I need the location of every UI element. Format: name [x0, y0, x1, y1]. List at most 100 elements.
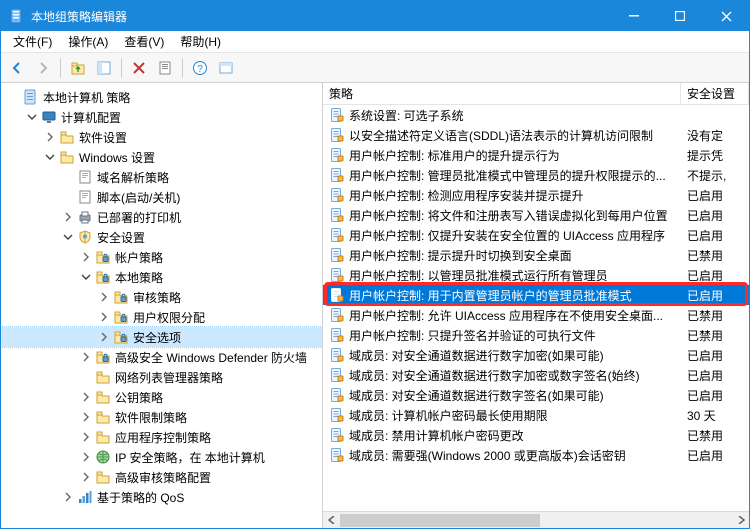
policy-name: 用户帐户控制: 将文件和注册表写入错误虚拟化到每用户位置 — [349, 207, 687, 224]
collapse-icon[interactable] — [79, 270, 93, 284]
policy-row[interactable]: 用户帐户控制: 检测应用程序安装并提示提升已启用 — [323, 185, 749, 205]
menu-view[interactable]: 查看(V) — [116, 31, 172, 52]
policy-row[interactable]: 域成员: 计算机帐户密码最长使用期限30 天 — [323, 405, 749, 425]
policy-row[interactable]: 用户帐户控制: 以管理员批准模式运行所有管理员已启用 — [323, 265, 749, 285]
policy-row[interactable]: 域成员: 对安全通道数据进行数字加密(如果可能)已启用 — [323, 345, 749, 365]
expand-icon[interactable] — [79, 430, 93, 444]
policy-row[interactable]: 用户帐户控制: 仅提升安装在安全位置的 UIAccess 应用程序已启用 — [323, 225, 749, 245]
expand-icon[interactable] — [43, 130, 57, 144]
list-body[interactable]: 系统设置: 可选子系统以安全描述符定义语言(SDDL)语法表示的计算机访问限制没… — [323, 105, 749, 511]
policy-name: 域成员: 计算机帐户密码最长使用期限 — [349, 407, 687, 424]
folder-icon — [95, 389, 111, 405]
menu-file[interactable]: 文件(F) — [5, 31, 60, 52]
tree-node[interactable]: 审核策略 — [1, 287, 322, 307]
column-header-setting[interactable]: 安全设置 — [681, 83, 749, 104]
policy-icon — [329, 287, 345, 303]
tree-node[interactable]: 脚本(启动/关机) — [1, 187, 322, 207]
toolbar-separator — [182, 58, 183, 78]
tree-node[interactable]: 高级审核策略配置 — [1, 467, 322, 487]
properties-button[interactable] — [153, 56, 177, 80]
tree-node[interactable]: 公钥策略 — [1, 387, 322, 407]
tree-node[interactable]: 域名解析策略 — [1, 167, 322, 187]
expand-icon[interactable] — [79, 450, 93, 464]
scroll-track[interactable] — [340, 512, 732, 529]
tree-node[interactable]: 本地策略 — [1, 267, 322, 287]
expand-icon[interactable] — [97, 330, 111, 344]
policy-row[interactable]: 用户帐户控制: 提示提升时切换到安全桌面已禁用 — [323, 245, 749, 265]
tree-node[interactable]: 网络列表管理器策略 — [1, 367, 322, 387]
delete-button[interactable] — [127, 56, 151, 80]
column-header-policy[interactable]: 策略 — [323, 83, 681, 104]
policy-name: 用户帐户控制: 提示提升时切换到安全桌面 — [349, 247, 687, 264]
policy-row[interactable]: 用户帐户控制: 标准用户的提升提示行为提示凭 — [323, 145, 749, 165]
expand-icon[interactable] — [79, 250, 93, 264]
policy-row[interactable]: 域成员: 禁用计算机帐户密码更改已禁用 — [323, 425, 749, 445]
collapse-icon[interactable] — [25, 110, 39, 124]
collapse-icon[interactable] — [61, 230, 75, 244]
tree-node[interactable]: 安全选项 — [1, 327, 322, 347]
close-button[interactable] — [703, 1, 749, 31]
policy-row[interactable]: 域成员: 需要强(Windows 2000 或更高版本)会话密钥已启用 — [323, 445, 749, 465]
back-button[interactable] — [5, 56, 29, 80]
tree-node[interactable]: 高级安全 Windows Defender 防火墙 — [1, 347, 322, 367]
menu-help[interactable]: 帮助(H) — [172, 31, 229, 52]
policy-value: 已启用 — [687, 367, 749, 384]
policy-row[interactable]: 用户帐户控制: 管理员批准模式中管理员的提升权限提示的...不提示, — [323, 165, 749, 185]
tree-node[interactable]: IP 安全策略，在 本地计算机 — [1, 447, 322, 467]
policy-row[interactable]: 系统设置: 可选子系统 — [323, 105, 749, 125]
help-button[interactable]: ? — [188, 56, 212, 80]
svg-text:?: ? — [197, 64, 203, 75]
tree-pane[interactable]: 本地计算机 策略计算机配置软件设置Windows 设置域名解析策略脚本(启动/关… — [1, 83, 323, 528]
policy-name: 用户帐户控制: 仅提升安装在安全位置的 UIAccess 应用程序 — [349, 227, 687, 244]
toolbar: ? — [1, 53, 749, 83]
expand-icon[interactable] — [61, 210, 75, 224]
tree-node[interactable]: 用户权限分配 — [1, 307, 322, 327]
tree-node[interactable]: 软件设置 — [1, 127, 322, 147]
policy-row[interactable]: 用户帐户控制: 将文件和注册表写入错误虚拟化到每用户位置已启用 — [323, 205, 749, 225]
expand-icon[interactable] — [79, 350, 93, 364]
expand-icon[interactable] — [79, 410, 93, 424]
tree-node[interactable]: 帐户策略 — [1, 247, 322, 267]
collapse-icon[interactable] — [43, 150, 57, 164]
tree-node[interactable]: 计算机配置 — [1, 107, 322, 127]
tree-node-label: IP 安全策略，在 本地计算机 — [115, 449, 265, 466]
titlebar: 本地组策略编辑器 — [1, 1, 749, 31]
body: 本地计算机 策略计算机配置软件设置Windows 设置域名解析策略脚本(启动/关… — [1, 83, 749, 528]
tree-node[interactable]: 软件限制策略 — [1, 407, 322, 427]
policy-row[interactable]: 用户帐户控制: 只提升签名并验证的可执行文件已禁用 — [323, 325, 749, 345]
expand-icon[interactable] — [61, 490, 75, 504]
scroll-right-arrow[interactable] — [732, 512, 749, 529]
policy-row[interactable]: 用户帐户控制: 允许 UIAccess 应用程序在不使用安全桌面...已禁用 — [323, 305, 749, 325]
policy-icon — [329, 407, 345, 423]
horizontal-scrollbar[interactable] — [323, 511, 749, 528]
tree-node[interactable]: Windows 设置 — [1, 147, 322, 167]
folder-icon — [95, 369, 111, 385]
scroll-left-arrow[interactable] — [323, 512, 340, 529]
policy-icon — [329, 387, 345, 403]
maximize-button[interactable] — [657, 1, 703, 31]
tree-node[interactable]: 本地计算机 策略 — [1, 87, 322, 107]
extra-button[interactable] — [214, 56, 238, 80]
policy-row[interactable]: 域成员: 对安全通道数据进行数字加密或数字签名(始终)已启用 — [323, 365, 749, 385]
up-button[interactable] — [66, 56, 90, 80]
policy-row[interactable]: 以安全描述符定义语言(SDDL)语法表示的计算机访问限制没有定 — [323, 125, 749, 145]
tree-node[interactable]: 基于策略的 QoS — [1, 487, 322, 507]
minimize-button[interactable] — [611, 1, 657, 31]
policy-icon — [329, 367, 345, 383]
policy-value: 不提示, — [687, 167, 749, 184]
policy-icon — [329, 447, 345, 463]
expand-icon[interactable] — [79, 470, 93, 484]
policy-row[interactable]: 用户帐户控制: 用于内置管理员帐户的管理员批准模式已启用 — [323, 285, 749, 305]
scroll-thumb[interactable] — [340, 514, 540, 527]
tree-node[interactable]: 已部署的打印机 — [1, 207, 322, 227]
tree-node-label: 基于策略的 QoS — [97, 489, 184, 506]
tree-node[interactable]: 应用程序控制策略 — [1, 427, 322, 447]
expand-icon[interactable] — [79, 390, 93, 404]
policy-row[interactable]: 域成员: 对安全通道数据进行数字签名(如果可能)已启用 — [323, 385, 749, 405]
menu-action[interactable]: 操作(A) — [60, 31, 116, 52]
show-hide-tree-button[interactable] — [92, 56, 116, 80]
tree-node[interactable]: 安全设置 — [1, 227, 322, 247]
expand-icon[interactable] — [97, 290, 111, 304]
expand-icon[interactable] — [97, 310, 111, 324]
forward-button[interactable] — [31, 56, 55, 80]
